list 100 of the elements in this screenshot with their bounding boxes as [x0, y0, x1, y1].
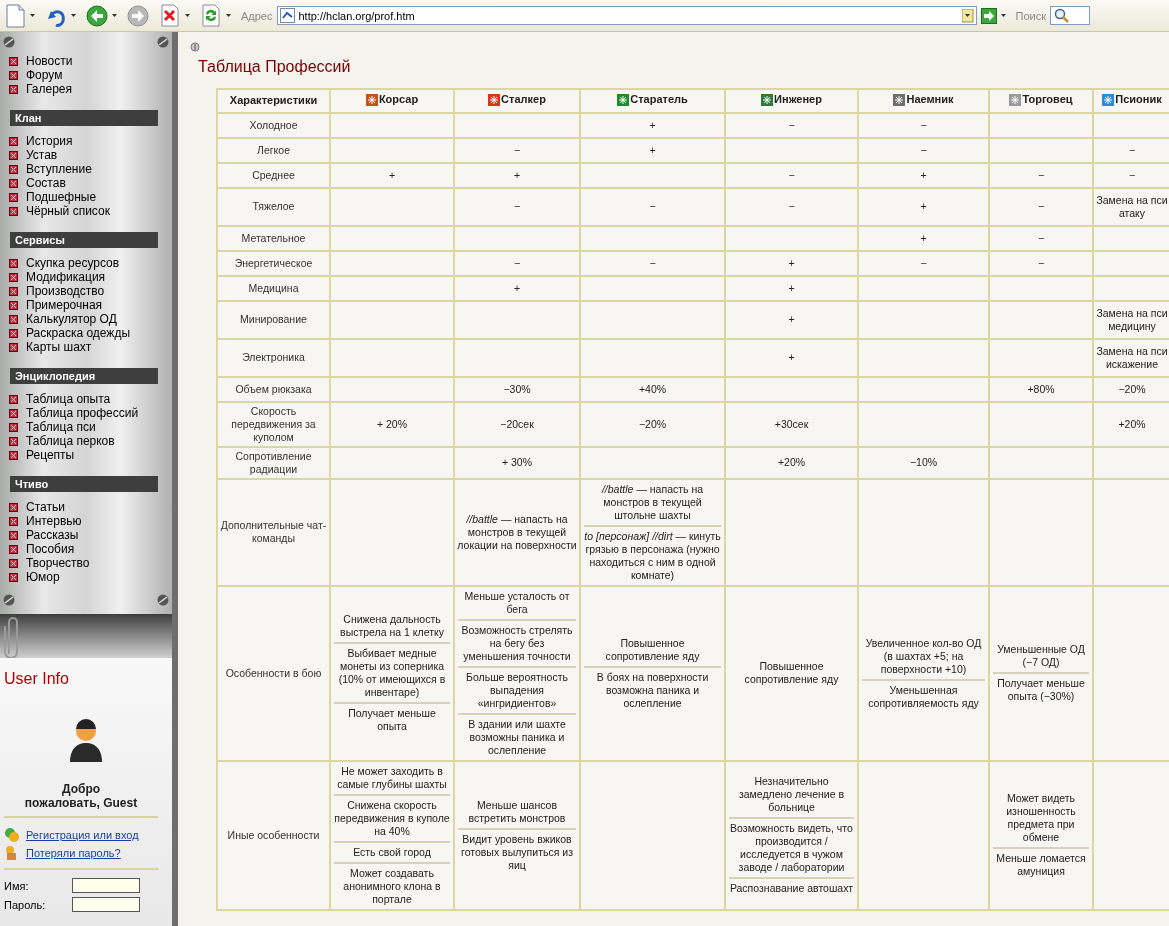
cell-text: −20сек [499, 416, 535, 432]
cell-text: − [648, 255, 657, 271]
field-label: Имя: [4, 879, 29, 892]
stop-icon[interactable] [159, 4, 181, 27]
cell-text: Уменьшенная сопротивляемость яду [862, 678, 985, 713]
cell-text: − [1036, 167, 1046, 183]
search-icon [1054, 8, 1069, 23]
cell-text: + [648, 142, 657, 158]
address-field[interactable]: http://hclan.org/prof.htm [276, 6, 977, 25]
small-emblem-icon [190, 42, 200, 52]
column-header: Характеристики [229, 94, 318, 108]
bullet-icon [9, 192, 18, 202]
cell-text: +20% [776, 455, 807, 470]
cell-text: Меньше шансов встретить монстров [467, 797, 567, 826]
text-field[interactable] [72, 878, 140, 893]
search-field[interactable] [1050, 6, 1090, 25]
column-header: Псионик [1115, 93, 1162, 106]
forward-icon[interactable] [127, 4, 149, 27]
nav-link[interactable]: Новости [26, 54, 73, 68]
row-label: Иные особенности [227, 828, 320, 841]
cell-text: Повышенное сопротивление яду [604, 635, 701, 664]
row-label: Дополнительные чат-команды [220, 519, 327, 544]
bullet-icon [9, 422, 18, 432]
bullet-icon [9, 436, 18, 446]
bullet-icon [9, 178, 18, 188]
row-label: Сопротивление радиации [235, 449, 312, 475]
caret-icon[interactable] [112, 14, 117, 17]
cell-text: Есть свой город [334, 840, 450, 862]
nav-link[interactable]: Раскраска одежды [26, 326, 130, 340]
section-header: Энциклопедия [10, 368, 158, 384]
nav-link[interactable]: Форум [26, 68, 63, 82]
field-label: Пароль: [4, 898, 46, 911]
nav-link[interactable]: Интервью [26, 514, 82, 528]
nav-link[interactable]: Рецепты [26, 448, 75, 462]
cell-text: Незначительно замедлено лечение в больнице [737, 774, 846, 815]
nav-link[interactable]: Таблица перков [26, 434, 115, 448]
bullet-icon [9, 300, 18, 310]
bullet-icon [9, 56, 18, 66]
bullet-icon [9, 502, 18, 512]
cell-text: +30сек [773, 416, 810, 432]
nav-link[interactable]: Модификация [26, 270, 106, 284]
nav-link[interactable]: Скупка ресурсов [26, 256, 120, 270]
nav-link[interactable]: Творчество [26, 556, 90, 570]
link[interactable]: Потеряли пароль? [26, 847, 121, 859]
bullet-icon [9, 206, 18, 216]
cell-text: +20% [1117, 416, 1147, 432]
nav-link[interactable]: Карты шахт [26, 340, 92, 354]
cell-text: Снижена скорость передвижения в куполе на 40% [334, 793, 450, 841]
cell-text: − [787, 167, 796, 183]
link[interactable]: Регистрация или вход [26, 829, 139, 841]
nav-link[interactable]: Галерея [26, 82, 73, 96]
nav-link[interactable]: Подшефные [26, 190, 97, 204]
text-field[interactable] [72, 897, 140, 912]
address-label: Адрес [241, 9, 273, 22]
bullet-icon [9, 258, 18, 268]
page-title: Таблица Профессий [198, 58, 352, 76]
nav-link[interactable]: Устав [26, 148, 58, 162]
screw-icon [3, 594, 15, 606]
nav-link[interactable]: Таблица опыта [26, 392, 111, 406]
cell-text: − [1127, 142, 1137, 158]
caret-icon[interactable] [71, 14, 76, 17]
nav-link[interactable]: Пособия [26, 542, 75, 556]
cell-text: Не может заходить в самые глубины шахты [336, 763, 448, 792]
back-icon[interactable] [86, 4, 108, 27]
nav-link[interactable]: Состав [26, 176, 66, 190]
bullet-icon [9, 342, 18, 352]
refresh-icon[interactable] [200, 4, 222, 27]
nav-link[interactable]: История [26, 134, 73, 148]
cell-text: to [персонаж] //dirt — кинуть грязью в персонажа (нужно находиться с ним в одной комнате) [584, 524, 721, 585]
nav-link[interactable]: Калькулятор ОД [26, 312, 117, 326]
cell-text: + [919, 167, 928, 183]
nav-link[interactable]: Чёрный список [26, 204, 110, 218]
column-header: Наемник [906, 93, 954, 106]
dropdown-icon[interactable] [961, 8, 974, 23]
row-label: Тяжелое [252, 200, 295, 212]
nav-link[interactable]: Примерочная [26, 298, 103, 312]
cell-text: Замена на пси искажение [1096, 343, 1168, 372]
screw-icon [157, 36, 169, 48]
nav-link[interactable]: Юмор [26, 570, 60, 584]
nav-link[interactable]: Производство [26, 284, 105, 298]
cell-text: − [919, 117, 928, 133]
cell-text: −30% [502, 381, 532, 397]
bullet-icon [9, 530, 18, 540]
cell-text: + [787, 280, 796, 296]
nav-link[interactable]: Рассказы [26, 528, 79, 542]
bullet-icon [9, 408, 18, 418]
bullet-icon [9, 558, 18, 568]
row-label: Метательное [241, 231, 306, 244]
nav-link[interactable]: Вступление [26, 162, 92, 176]
nav-link[interactable]: Таблица профессий [26, 406, 139, 420]
caret-icon[interactable] [185, 14, 190, 17]
nav-link[interactable]: Таблица пси [26, 420, 96, 434]
screw-icon [3, 36, 15, 48]
nav-link[interactable]: Статьи [26, 500, 65, 514]
go-icon[interactable] [980, 7, 997, 24]
caret-icon[interactable] [1000, 14, 1006, 17]
caret-icon[interactable] [30, 14, 35, 17]
caret-icon[interactable] [226, 14, 231, 17]
cell-text: − [787, 117, 796, 133]
bullet-icon [9, 572, 18, 582]
